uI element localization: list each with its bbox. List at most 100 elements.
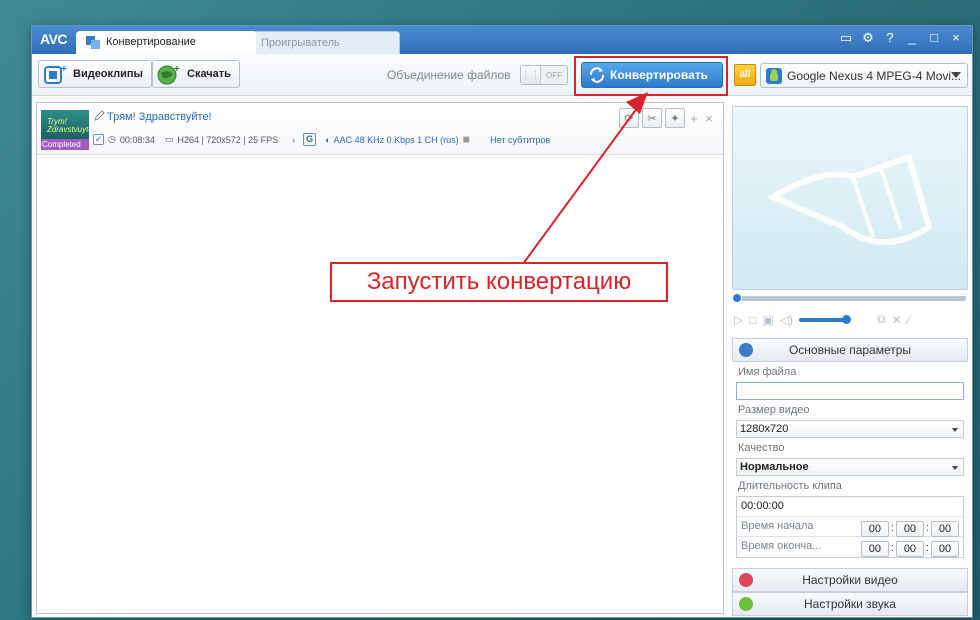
maximize-button[interactable]: □ (926, 30, 942, 46)
minimize-button[interactable]: _ (904, 30, 920, 46)
window-controls: ▭ ⚙ ? _ □ × (838, 30, 964, 46)
profile-select[interactable]: Google Nexus 4 MPEG-4 Movi... (760, 63, 968, 88)
tab-convert[interactable]: Конвертирование (76, 31, 256, 54)
end-time-label: Время оконча... (741, 540, 822, 552)
file-list: Trym! Zdravstvuyte! Completed Трям! Здра… (36, 102, 724, 614)
chevron-down-icon (952, 466, 958, 470)
video-settings-header[interactable]: Настройки видео (732, 568, 968, 592)
chevron-down-icon (951, 72, 961, 78)
audio-settings-label: Настройки звука (804, 597, 896, 611)
video-thumbnail[interactable]: Trym! Zdravstvuyte! Completed (41, 110, 89, 150)
end-seconds[interactable]: 00 (931, 540, 959, 557)
app-window: AVC Проигрыватель Конвертирование ▭ ⚙ ? … (31, 25, 973, 618)
start-minutes[interactable]: 00 (895, 520, 924, 537)
clip-duration-value[interactable]: 00:00:00 (737, 497, 963, 517)
start-time-fields: 00: 00: 00 (860, 519, 959, 538)
audio-info[interactable]: AAC 48 KHz 0 Kbps 1 CH (rus) (334, 135, 459, 145)
fullscreen-icon[interactable]: ⧉ (877, 312, 886, 327)
snapshot-icon[interactable]: ▣ (762, 313, 773, 327)
subtitles[interactable]: Нет субтитров (490, 135, 550, 145)
seek-handle[interactable] (732, 293, 742, 303)
videoclips-label: Видеоклипы (73, 68, 143, 80)
film-strip-icon (766, 153, 933, 245)
video-info: H264 | 720x572 | 25 FPS (177, 134, 279, 145)
toggle-grip-icon: ⋮⋮ (521, 66, 541, 84)
basic-params-header[interactable]: Основные параметры (732, 338, 968, 362)
clip-duration-label: Длительность клипа (738, 480, 842, 492)
merge-files-label: Объединение файлов (387, 68, 511, 82)
convert-label: Конвертировать (610, 68, 709, 82)
globe-icon: + (157, 64, 180, 85)
end-time-row: Время оконча... 00: 00: 00 (737, 537, 963, 557)
thumbnail-title: Trym! Zdravstvuyte! (47, 117, 89, 134)
effects-icon[interactable]: ✦ (665, 108, 685, 128)
player-controls: ▷ □ ▣ ◁) ⧉ ✕ ⁄ (734, 312, 910, 327)
end-minutes[interactable]: 00 (895, 540, 924, 557)
wand-icon[interactable]: ⁄ (908, 313, 910, 327)
start-hours[interactable]: 00 (860, 520, 889, 537)
file-name-label: Имя файла (738, 366, 797, 378)
convert-button[interactable]: Конвертировать (581, 62, 723, 88)
clock-icon: ◷ (108, 134, 116, 144)
start-time-row: Время начала 00: 00: 00 (737, 517, 963, 537)
monitor-icon[interactable]: ▭ (838, 30, 854, 46)
add-videoclips-button[interactable]: + Видеоклипы (38, 60, 152, 88)
merge-files-toggle[interactable]: ⋮⋮ OFF (520, 65, 568, 85)
convert-tab-icon (86, 36, 100, 49)
download-label: Скачать (187, 68, 231, 80)
start-seconds[interactable]: 00 (931, 520, 959, 537)
audio-settings-header[interactable]: Настройки звука (732, 592, 968, 616)
refresh-icon (589, 67, 605, 83)
file-row[interactable]: Trym! Zdravstvuyte! Completed Трям! Здра… (37, 103, 723, 155)
expand-icon[interactable]: + (688, 111, 700, 126)
app-logo: AVC (40, 31, 68, 47)
scissors-icon[interactable]: ✂ (642, 108, 662, 128)
chevron-down-icon (952, 428, 958, 432)
file-name[interactable]: Трям! Здравствуйте! (107, 111, 212, 123)
quality-label: Качество (738, 442, 785, 454)
annotation-callout: Запустить конвертацию (330, 262, 668, 302)
duration: 00:08:34 (119, 134, 155, 145)
gear-icon[interactable]: ⚙ (860, 30, 876, 46)
add-video-icon: + (44, 64, 67, 84)
toolbar: + Видеоклипы + Скачать Объединение файло… (32, 54, 972, 96)
svg-text:+: + (174, 64, 180, 75)
crop-icon[interactable]: ✕ (892, 313, 902, 327)
end-hours[interactable]: 00 (860, 540, 889, 557)
seek-bar[interactable] (732, 293, 966, 303)
download-button[interactable]: + Скачать (152, 60, 240, 88)
file-checkbox[interactable]: ✓ (93, 134, 104, 145)
video-icon: ▭ (164, 134, 174, 144)
speech-bubble-icon: ◼ (462, 134, 471, 144)
quality-select[interactable]: Нормальное (736, 458, 964, 476)
tab-convert-label: Конвертирование (106, 36, 196, 48)
g-badge[interactable]: G (303, 133, 317, 146)
end-time-fields: 00: 00: 00 (860, 539, 959, 558)
play-icon[interactable]: ▷ (734, 313, 743, 327)
right-panel: ▷ □ ▣ ◁) ⧉ ✕ ⁄ Основные параметры Имя фа… (728, 102, 970, 616)
speaker-icon: ◖ (324, 134, 330, 145)
android-icon (766, 67, 782, 84)
profile-label: Google Nexus 4 MPEG-4 Movi... (787, 68, 962, 83)
video-settings-label: Настройки видео (802, 573, 898, 587)
help-button[interactable]: ? (882, 30, 898, 46)
row-actions: ⟳ ✂ ✦ + × (619, 108, 715, 128)
basic-params-label: Основные параметры (788, 343, 912, 357)
volume-icon[interactable]: ◁) (780, 313, 793, 327)
audio-settings-icon (739, 597, 753, 611)
video-size-label: Размер видео (738, 404, 810, 416)
video-size-select[interactable]: 1280x720 (736, 420, 964, 438)
video-size-value: 1280x720 (740, 423, 789, 435)
pencil-icon[interactable] (93, 110, 105, 122)
close-button[interactable]: × (948, 30, 964, 46)
stop-icon[interactable]: □ (749, 313, 756, 327)
volume-slider[interactable] (799, 314, 852, 324)
tab-player-label: Проигрыватель (261, 37, 340, 49)
settings-icon (739, 343, 753, 357)
remove-icon[interactable]: × (703, 111, 715, 126)
quality-value: Нормальное (740, 461, 809, 473)
convert-row-icon[interactable]: ⟳ (619, 108, 639, 128)
clip-duration-box: 00:00:00 Время начала 00: 00: 00 Время о… (736, 496, 964, 558)
all-profiles-button[interactable]: all (734, 64, 756, 86)
file-name-input[interactable] (736, 382, 964, 400)
